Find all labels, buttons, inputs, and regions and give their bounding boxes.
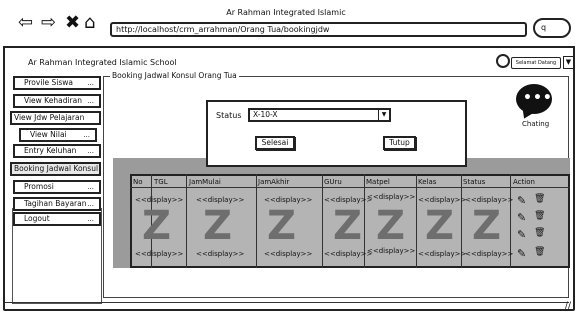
sidebar-item-more: ... (87, 200, 94, 208)
column-header[interactable]: TGL (154, 178, 168, 186)
sidebar-item-entry-keluhan[interactable]: Entry Keluhan... (13, 144, 101, 158)
horizontal-scrollbar[interactable] (5, 302, 569, 303)
table-cell: <<display>> (367, 193, 416, 201)
sidebar-item-promosi[interactable]: Promosi... (13, 180, 101, 194)
forward-arrow-icon[interactable]: ⇨ (41, 14, 56, 32)
page-title: Booking Jadwal Konsul Orang Tua (110, 71, 239, 80)
placeholder-z-glyph: Z (376, 203, 406, 249)
home-icon[interactable]: ⌂ (84, 14, 95, 32)
sidebar-item-more: ... (87, 215, 94, 223)
placeholder-z-glyph: Z (425, 203, 455, 249)
sidebar-item-more: ... (87, 79, 94, 87)
sidebar-item-provile-siswa[interactable]: Provile Siswa... (13, 76, 101, 90)
chevron-down-icon[interactable]: ▼ (563, 56, 574, 69)
table-cell: <<display>> (418, 196, 467, 204)
chat-dots-icon: ••• (523, 90, 553, 106)
user-avatar-icon (496, 54, 510, 68)
column-header[interactable]: Status (463, 178, 485, 186)
column-header[interactable]: JamAkhir (258, 178, 289, 186)
sidebar-item-more: ... (87, 183, 94, 191)
sidebar-item-label: Entry Keluhan (24, 146, 77, 155)
column-divider (416, 174, 417, 268)
placeholder-z-glyph: Z (142, 203, 172, 249)
table-cell: <<display>> (196, 196, 245, 204)
sidebar-item-label: Logout (24, 214, 50, 223)
table-cell: <<display>> (135, 196, 184, 204)
greeting-badge[interactable]: Selamat Datang (511, 57, 561, 69)
status-select-value: X-10-X (253, 110, 278, 119)
back-arrow-icon[interactable]: ⇦ (18, 14, 33, 32)
placeholder-z-glyph: Z (203, 203, 233, 249)
sidebar-item-label: View Kehadiran (24, 96, 82, 105)
search-field[interactable]: q (533, 18, 571, 38)
table-cell: <<display>> (465, 196, 514, 204)
trash-icon[interactable]: 🗑 (534, 247, 545, 257)
table-cell: <<display>> (324, 196, 373, 204)
finish-button[interactable]: Selesai (255, 136, 295, 150)
column-divider (186, 174, 187, 268)
table-cell: <<display>> (324, 250, 373, 258)
table-cell: <<display>> (196, 250, 245, 258)
chat-label[interactable]: Chating (522, 120, 549, 128)
sidebar-item-label: Booking Jadwal Konsul (14, 164, 99, 173)
column-header[interactable]: Action (513, 178, 535, 186)
edit-icon[interactable]: ✎ (517, 211, 526, 224)
column-header[interactable]: JamMulai (189, 178, 221, 186)
school-name: Ar Rahman Integrated Islamic School (28, 58, 177, 67)
sidebar-item-booking-jadwal-konsul[interactable]: Booking Jadwal Konsul (10, 162, 101, 176)
placeholder-z-glyph: Z (267, 203, 297, 249)
column-divider (256, 174, 257, 268)
sidebar-item-view-nilai[interactable]: View Nilai... (19, 128, 97, 142)
column-header[interactable]: Kelas (418, 178, 436, 186)
sidebar-item-more: ... (83, 131, 90, 139)
status-label: Status (216, 111, 242, 120)
placeholder-z-glyph: Z (472, 203, 502, 249)
sidebar-item-more: ... (87, 97, 94, 105)
header-divider (130, 187, 570, 188)
sidebar-item-label: Provile Siswa (24, 78, 73, 87)
table-cell: <<display>> (264, 196, 313, 204)
edit-icon[interactable]: ✎ (517, 194, 526, 207)
sidebar-item-label: Promosi (24, 182, 54, 191)
sidebar-item-logout[interactable]: Logout... (13, 212, 101, 226)
table-cell: <<display>> (418, 250, 467, 258)
edit-icon[interactable]: ✎ (517, 247, 526, 260)
close-icon[interactable]: ✖ (65, 14, 80, 32)
sidebar-item-view-kehadiran[interactable]: View Kehadiran... (13, 94, 101, 108)
sidebar-item-label: View Nilai (30, 130, 67, 139)
column-header[interactable]: No (133, 178, 143, 186)
chevron-down-icon[interactable]: ▼ (378, 110, 389, 120)
sidebar-item-tagihan-bayaran[interactable]: Tagihan Bayaran... (13, 197, 101, 211)
trash-icon[interactable]: 🗑 (534, 194, 545, 204)
close-button[interactable]: Tutup (383, 136, 416, 150)
sidebar-item-more: ... (87, 147, 94, 155)
status-select[interactable]: X-10-X ▼ (248, 108, 391, 122)
sidebar-item-view-jdw-pelajaran[interactable]: View Jdw Pelajaran (10, 111, 101, 125)
edit-icon[interactable]: ✎ (517, 228, 526, 241)
table-cell: <<display>> (264, 250, 313, 258)
column-header[interactable]: Matpel (366, 178, 390, 186)
table-cell: <<display>> (465, 250, 514, 258)
sidebar-item-label: Tagihan Bayaran (24, 199, 87, 208)
placeholder-z-glyph: Z (333, 203, 363, 249)
column-divider (322, 174, 323, 268)
table-cell: <<display>> (367, 247, 416, 255)
column-header[interactable]: GUru (324, 178, 342, 186)
address-bar[interactable]: http://localhost/crm_arrahman/Orang Tua/… (110, 22, 527, 37)
trash-icon[interactable]: 🗑 (534, 228, 545, 238)
table-cell: <<display>> (135, 250, 184, 258)
trash-icon[interactable]: 🗑 (534, 211, 545, 221)
resize-handle-icon[interactable]: ∕∕ (565, 301, 571, 311)
sidebar-item-label: View Jdw Pelajaran (14, 113, 85, 122)
